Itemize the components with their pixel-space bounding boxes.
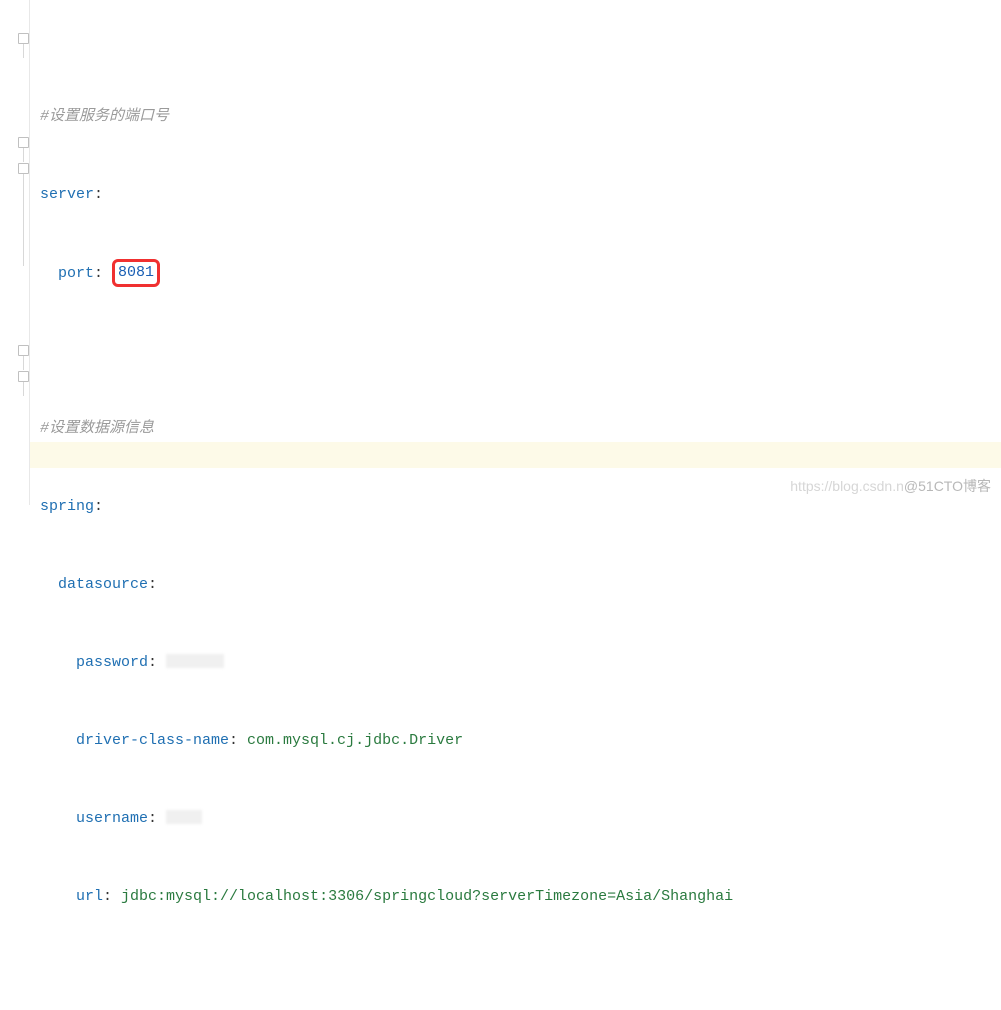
yaml-key-spring: spring: [40, 498, 94, 515]
port-highlight-box: 8081: [112, 259, 160, 287]
yaml-key-url: url: [76, 888, 103, 905]
fold-marker[interactable]: [18, 345, 29, 356]
yaml-key-username: username: [76, 810, 148, 827]
comment-line: #设置服务的端口号: [40, 108, 169, 125]
code-area[interactable]: #设置服务的端口号 server: port: 8081 #设置数据源信息 sp…: [30, 0, 1001, 505]
yaml-key-port: port: [58, 265, 94, 282]
gutter: [0, 0, 30, 505]
yaml-value-url: jdbc:mysql://localhost:3306/springcloud?…: [121, 888, 733, 905]
redacted-value: [166, 654, 224, 668]
fold-marker[interactable]: [18, 163, 29, 174]
yaml-value-port: 8081: [118, 264, 154, 281]
yaml-key-driver: driver-class-name: [76, 732, 229, 749]
yaml-key-password: password: [76, 654, 148, 671]
current-line-highlight: [30, 442, 1001, 468]
fold-marker[interactable]: [18, 371, 29, 382]
redacted-value: [166, 810, 202, 824]
comment-line: #设置数据源信息: [40, 420, 154, 437]
code-editor: #设置服务的端口号 server: port: 8081 #设置数据源信息 sp…: [0, 0, 1001, 505]
yaml-key-datasource: datasource: [58, 576, 148, 593]
fold-marker[interactable]: [18, 33, 29, 44]
fold-marker[interactable]: [18, 137, 29, 148]
yaml-value-driver: com.mysql.cj.jdbc.Driver: [247, 732, 463, 749]
yaml-key-server: server: [40, 186, 94, 203]
